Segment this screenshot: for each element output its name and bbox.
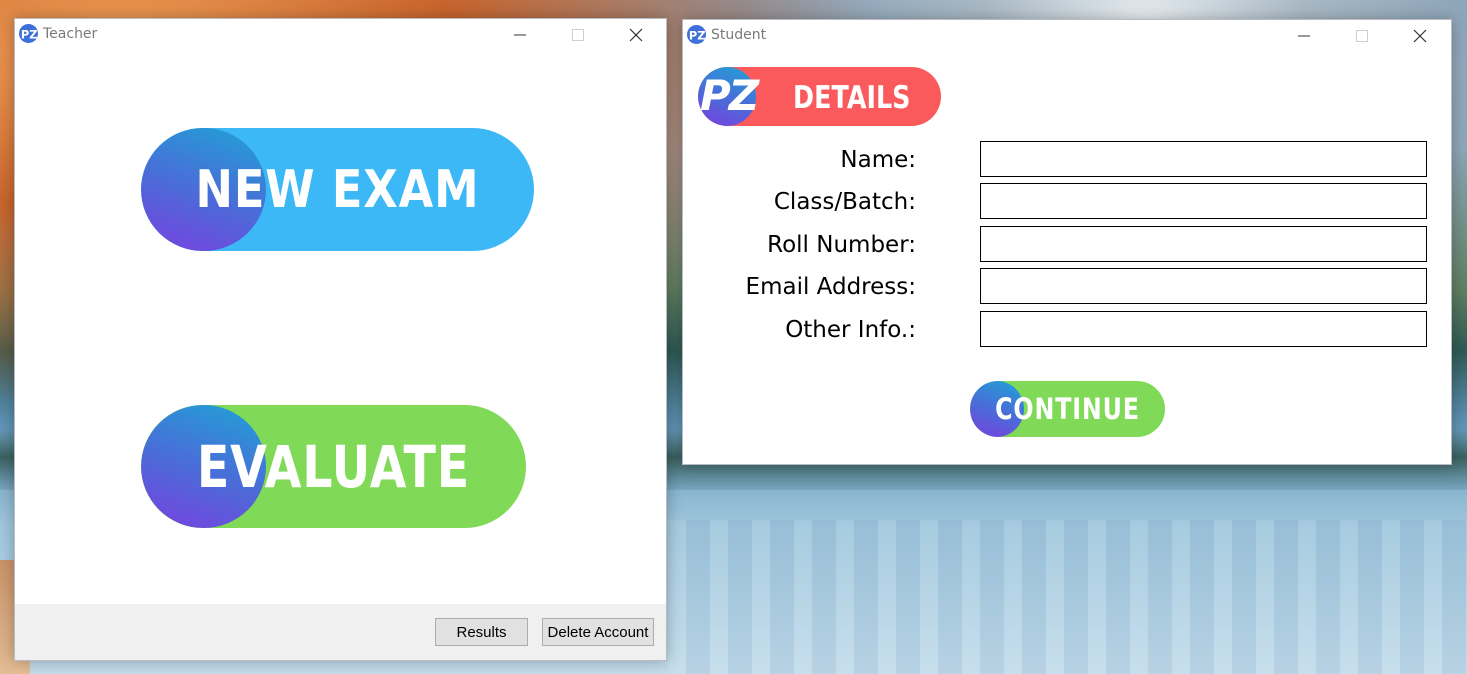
minimize-button[interactable] (491, 19, 549, 50)
maximize-icon (1356, 29, 1368, 42)
minimize-icon (1298, 35, 1310, 36)
titlebar[interactable]: PZ Student (683, 20, 1451, 51)
titlebar[interactable]: PZ Teacher (15, 19, 666, 50)
minimize-icon (514, 34, 526, 35)
continue-label: CONTINUE (995, 392, 1140, 426)
other-info-field[interactable] (980, 311, 1427, 347)
name-label: Name: (840, 147, 916, 173)
close-button[interactable] (607, 19, 665, 50)
pz-logo-icon: PZ (687, 25, 706, 44)
pz-logo-text: PZ (700, 71, 759, 120)
svg-text:PZ: PZ (689, 28, 706, 42)
delete-account-button[interactable]: Delete Account (542, 618, 654, 646)
close-icon (1413, 29, 1427, 42)
desktop-wallpaper-water (668, 520, 1467, 674)
new-exam-label: NEW EXAM (195, 159, 480, 220)
evaluate-button[interactable]: EVALUATE (141, 405, 526, 528)
maximize-button[interactable] (1333, 20, 1391, 51)
svg-text:PZ: PZ (21, 27, 38, 41)
name-field[interactable] (980, 141, 1427, 177)
minimize-button[interactable] (1275, 20, 1333, 51)
window-title: Student (711, 27, 767, 43)
email-address-label: Email Address: (745, 274, 916, 300)
other-info-label: Other Info.: (785, 317, 916, 343)
close-button[interactable] (1391, 20, 1449, 51)
class-batch-label: Class/Batch: (773, 189, 916, 215)
close-icon (629, 28, 643, 41)
email-address-field[interactable] (980, 268, 1427, 304)
class-batch-field[interactable] (980, 183, 1427, 219)
evaluate-label: EVALUATE (196, 432, 471, 501)
student-window: PZ Student PZ DETAILS Name: Class/Batch:… (682, 19, 1452, 465)
continue-button[interactable]: CONTINUE (970, 381, 1165, 437)
roll-number-field[interactable] (980, 226, 1427, 262)
pz-logo-icon: PZ (19, 24, 38, 43)
maximize-button[interactable] (549, 19, 607, 50)
details-label: DETAILS (793, 80, 911, 116)
button-bar: Results Delete Account (15, 604, 666, 660)
window-title: Teacher (43, 26, 98, 42)
results-button[interactable]: Results (435, 618, 528, 646)
teacher-window: PZ Teacher NEW EXAM EVALUATE Results Del… (14, 18, 667, 661)
details-header-badge: PZ DETAILS (698, 67, 941, 126)
roll-number-label: Roll Number: (767, 232, 916, 258)
maximize-icon (572, 28, 584, 41)
new-exam-button[interactable]: NEW EXAM (141, 128, 534, 251)
